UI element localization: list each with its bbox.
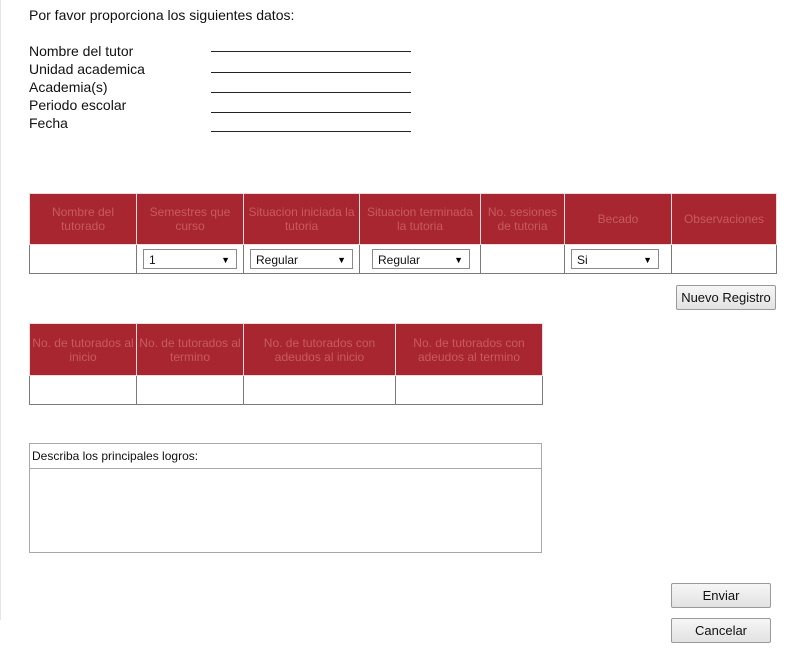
header-becado: Becado (564, 193, 672, 245)
field-nombre-tutor[interactable] (211, 51, 411, 52)
cell-situacion-terminada: Regular ▼ (359, 244, 481, 274)
header-semestres: Semestres que curso (136, 193, 244, 245)
situacion-iniciada-value: Regular (256, 253, 299, 267)
label-unidad-academica: Unidad academica (29, 61, 145, 77)
dropdown-arrow-icon: ▼ (221, 255, 230, 265)
field-fecha[interactable] (211, 131, 411, 132)
cell-adeudos-inicio[interactable] (243, 375, 396, 405)
field-periodo-escolar[interactable] (211, 112, 411, 113)
cell-adeudos-termino[interactable] (395, 375, 543, 405)
label-fecha: Fecha (29, 115, 68, 131)
cell-semestres: 1 ▼ (136, 244, 244, 274)
table-header-row: Nombre del tutorado Semestres que curso … (29, 193, 777, 245)
cell-sesiones[interactable] (480, 244, 565, 274)
header-situacion-terminada: Situacion terminada la tutoria (359, 193, 481, 245)
header-situacion-iniciada: Situacion iniciada la tutoria (243, 193, 360, 245)
cell-observaciones[interactable] (671, 244, 777, 274)
table-row (29, 375, 543, 405)
header-nombre-tutorado: Nombre del tutorado (29, 193, 137, 245)
header-tutorados-inicio: No. de tutorados al inicio (29, 323, 137, 376)
semestres-select[interactable]: 1 ▼ (143, 249, 237, 269)
tutorados-table: Nombre del tutorado Semestres que curso … (29, 193, 777, 274)
header-tutorados-termino: No. de tutorados al termino (136, 323, 244, 376)
logros-box: Describa los principales logros: (29, 443, 542, 553)
enviar-button[interactable]: Enviar (671, 583, 771, 608)
situacion-terminada-select[interactable]: Regular ▼ (372, 249, 470, 269)
logros-textarea[interactable] (30, 469, 541, 553)
table-row: 1 ▼ Regular ▼ Regular ▼ Si ▼ (29, 244, 777, 274)
field-unidad-academica[interactable] (211, 72, 411, 73)
cell-becado: Si ▼ (564, 244, 672, 274)
table-header-row: No. de tutorados al inicio No. de tutora… (29, 323, 543, 376)
cell-tutorados-termino[interactable] (136, 375, 244, 405)
field-academias[interactable] (211, 92, 411, 93)
label-periodo-escolar: Periodo escolar (29, 97, 127, 113)
resumen-tutorados-table: No. de tutorados al inicio No. de tutora… (29, 323, 543, 405)
dropdown-arrow-icon: ▼ (337, 255, 346, 265)
cell-nombre-tutorado[interactable] (29, 244, 137, 274)
cell-situacion-iniciada: Regular ▼ (243, 244, 360, 274)
logros-label: Describa los principales logros: (30, 444, 541, 469)
nuevo-registro-button[interactable]: Nuevo Registro (676, 285, 776, 310)
label-academias: Academia(s) (29, 79, 108, 95)
cancelar-button[interactable]: Cancelar (671, 618, 771, 643)
situacion-iniciada-select[interactable]: Regular ▼ (250, 249, 353, 269)
label-nombre-tutor: Nombre del tutor (29, 43, 134, 59)
header-sesiones: No. sesiones de tutoria (480, 193, 565, 245)
dropdown-arrow-icon: ▼ (454, 255, 463, 265)
left-border (0, 0, 1, 620)
becado-value: Si (577, 253, 588, 267)
intro-text: Por favor proporciona los siguientes dat… (29, 7, 295, 23)
becado-select[interactable]: Si ▼ (571, 249, 659, 269)
cell-tutorados-inicio[interactable] (29, 375, 137, 405)
semestres-select-value: 1 (149, 253, 156, 267)
header-adeudos-termino: No. de tutorados con adeudos al termino (395, 323, 543, 376)
situacion-terminada-value: Regular (378, 253, 421, 267)
dropdown-arrow-icon: ▼ (643, 255, 652, 265)
header-observaciones: Observaciones (671, 193, 777, 245)
header-adeudos-inicio: No. de tutorados con adeudos al inicio (243, 323, 396, 376)
